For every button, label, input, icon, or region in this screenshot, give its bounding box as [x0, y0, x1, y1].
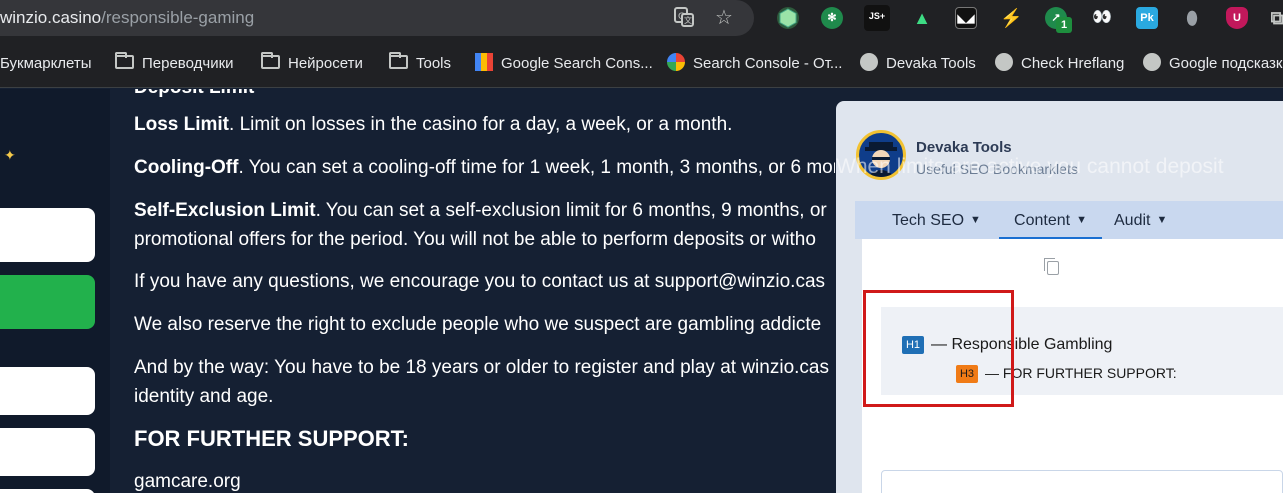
loss-limit-label: Loss Limit — [134, 114, 230, 135]
reserve-paragraph: We also reserve the right to exclude peo… — [134, 314, 822, 335]
bookmark-google-search-console[interactable]: Google Search Cons... — [475, 53, 653, 75]
extension-android-icon[interactable]: ▲ — [911, 7, 933, 29]
url-host: winzio.casino — [0, 8, 102, 27]
search-console-icon — [475, 53, 493, 71]
bookmark-label: Devaka Tools — [886, 55, 976, 72]
devaka-title: Devaka Tools — [916, 139, 1012, 156]
bookmark-label: Нейросети — [288, 55, 363, 72]
url-text[interactable]: winzio.casino/responsible-gaming — [0, 8, 254, 28]
bookmark-translators[interactable]: Переводчики — [115, 52, 234, 75]
tab-tech-seo[interactable]: Tech SEO ▼ — [892, 201, 981, 239]
extension-hexagon-icon[interactable] — [777, 7, 799, 29]
sparkle-icon: ✦ — [4, 147, 16, 163]
loss-limit-paragraph: Loss Limit. Limit on losses in the casin… — [134, 110, 732, 139]
bookmark-label: Search Console - От... — [693, 55, 843, 72]
translate-icon[interactable]: G文 — [672, 6, 696, 30]
partial-line: Deposit Limit — [134, 89, 254, 102]
overlay-ghost-text: When limits are active you cannot deposi… — [836, 155, 1224, 178]
extension-lightning-icon[interactable]: ⚡ — [1000, 7, 1022, 29]
chevron-down-icon: ▼ — [1156, 214, 1168, 226]
sidebar-button[interactable] — [0, 489, 95, 493]
content-clip: Deposit Limit Loss Limit. Limit on losse… — [134, 89, 835, 493]
devaka-output-box — [881, 470, 1283, 493]
bookmark-star-icon[interactable]: ☆ — [712, 6, 736, 30]
tab-audit[interactable]: Audit ▼ — [1114, 201, 1167, 239]
chevron-down-icon: ▼ — [1076, 214, 1087, 226]
self-exclusion-label: Self-Exclusion Limit — [134, 200, 316, 221]
globe-icon — [995, 53, 1013, 71]
globe-icon — [1143, 53, 1161, 71]
bookmark-devaka-tools[interactable]: Devaka Tools — [860, 53, 976, 75]
extension-mouse-icon[interactable]: ⬮ — [1181, 7, 1203, 29]
bookmark-label: Google Search Cons... — [501, 55, 653, 72]
self-exclusion-text: . You can set a self-exclusion limit for… — [315, 200, 827, 221]
cooling-off-paragraph: Cooling-Off. You can set a cooling-off t… — [134, 153, 835, 182]
folder-icon — [389, 52, 408, 69]
browser-toolbar: winzio.casino/responsible-gaming G文 ☆ ✻ … — [0, 0, 1283, 40]
chevron-down-icon: ▼ — [970, 214, 981, 226]
age-paragraph: And by the way: You have to be 18 years … — [134, 357, 829, 378]
support-heading: FOR FURTHER SUPPORT: — [134, 426, 409, 451]
devaka-content-area: H1— Responsible Gambling H3— FOR FURTHER… — [862, 239, 1283, 493]
folder-icon — [261, 52, 280, 69]
extension-green-sync-icon[interactable]: ✻ — [821, 7, 843, 29]
sidebar-green-button[interactable] — [0, 275, 95, 329]
bookmarks-bar: Букмарклеты Переводчики Нейросети Tools … — [0, 40, 1283, 88]
sidebar-button[interactable] — [0, 428, 95, 476]
extension-puzzle-icon[interactable]: ⧉ — [1266, 7, 1283, 29]
svg-text:文: 文 — [684, 15, 692, 25]
bookmark-tools[interactable]: Tools — [389, 52, 452, 75]
self-exclusion-paragraph-cont: promotional offers for the period. You w… — [134, 229, 816, 250]
extension-mask-icon[interactable]: ◣◢ — [955, 7, 977, 29]
sidebar-button[interactable] — [0, 367, 95, 415]
extension-pk-label: Pk — [1140, 12, 1154, 24]
google-icon — [667, 53, 685, 71]
bookmark-neural-networks[interactable]: Нейросети — [261, 52, 363, 75]
extension-js-icon[interactable]: JS+ — [864, 5, 890, 31]
extension-u-label: U — [1233, 12, 1241, 24]
sidebar-button[interactable] — [0, 208, 95, 262]
cooling-off-label: Cooling-Off — [134, 157, 239, 178]
copy-icon[interactable] — [1044, 258, 1059, 275]
url-path: /responsible-gaming — [101, 8, 255, 27]
bookmark-label: Google подсказк — [1169, 55, 1283, 72]
bookmark-label: Check Hreflang — [1021, 55, 1125, 72]
highlight-box — [863, 290, 1014, 407]
extension-eyes-icon[interactable]: 👀 — [1091, 7, 1113, 29]
bookmark-label: Tools — [416, 55, 452, 72]
questions-paragraph: If you have any questions, we encourage … — [134, 271, 826, 292]
tab-label: Audit — [1114, 212, 1151, 229]
extension-js-label: JS+ — [868, 11, 886, 21]
address-bar[interactable]: winzio.casino/responsible-gaming G文 ☆ — [0, 0, 754, 36]
bookmark-label: Букмарклеты — [0, 55, 92, 72]
tab-label: Content — [1014, 212, 1071, 229]
bookmark-check-hreflang[interactable]: Check Hreflang — [995, 53, 1124, 75]
tab-content[interactable]: Content ▼ — [999, 201, 1102, 239]
bookmark-google-suggestions[interactable]: Google подсказк — [1143, 53, 1282, 75]
bookmark-label: Переводчики — [142, 55, 234, 72]
tab-label: Tech SEO — [892, 212, 965, 229]
support-link[interactable]: gamcare.org — [134, 467, 241, 493]
extension-shield-icon[interactable]: U — [1226, 7, 1248, 29]
site-sidebar: ✦ — [0, 89, 110, 493]
devaka-tabs: Tech SEO ▼ Content ▼ Audit ▼ — [855, 201, 1283, 239]
folder-icon — [115, 52, 134, 69]
cooling-off-text: . You can set a cooling-off time for 1 w… — [238, 157, 835, 178]
extension-pk-icon[interactable]: Pk — [1136, 7, 1158, 29]
self-exclusion-paragraph: Self-Exclusion Limit. You can set a self… — [134, 196, 827, 225]
globe-icon — [860, 53, 878, 71]
bookmark-bookmarklets[interactable]: Букмарклеты — [0, 53, 92, 75]
loss-limit-text: . Limit on losses in the casino for a da… — [229, 114, 733, 135]
bookmark-search-console[interactable]: Search Console - От... — [667, 53, 842, 75]
age-paragraph-cont: identity and age. — [134, 386, 274, 407]
extension-badge: 1 — [1056, 17, 1072, 33]
